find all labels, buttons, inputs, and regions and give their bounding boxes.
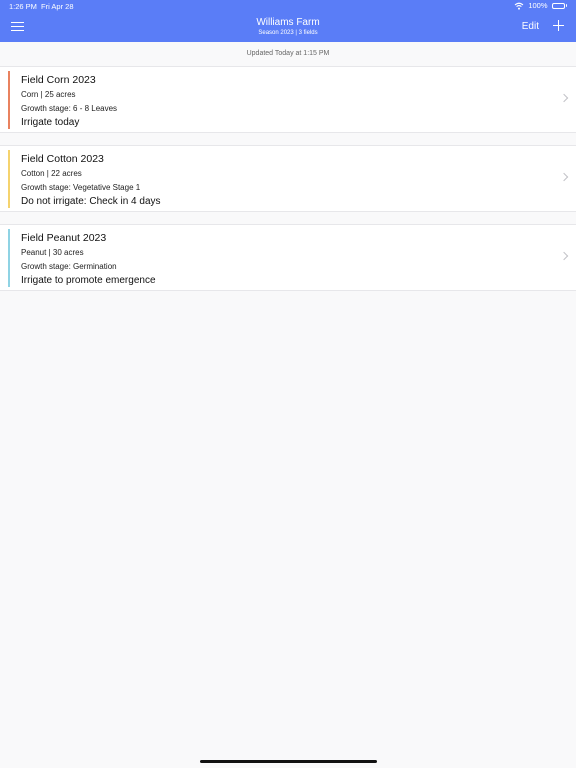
status-indicators: 100%: [514, 1, 567, 10]
battery-percent: 100%: [528, 1, 548, 10]
updated-timestamp: Updated Today at 1:15 PM: [0, 42, 576, 66]
field-card[interactable]: Field Cotton 2023 Cotton | 22 acres Grow…: [0, 145, 576, 212]
irrigation-advice: Do not irrigate: Check in 4 days: [21, 196, 161, 207]
header-title-group: Williams Farm Season 2023 | 3 fields: [0, 17, 576, 37]
edit-button[interactable]: Edit: [522, 21, 539, 33]
field-name: Field Cotton 2023: [21, 153, 104, 165]
field-name: Field Corn 2023: [21, 74, 96, 86]
chevron-right-icon: [559, 251, 569, 261]
irrigation-advice: Irrigate today: [21, 117, 80, 128]
field-growth-stage: Growth stage: Vegetative Stage 1: [21, 183, 141, 192]
status-date: Fri Apr 28: [41, 2, 74, 11]
page-subtitle: Season 2023 | 3 fields: [258, 30, 318, 36]
wifi-icon: [514, 2, 524, 10]
field-crop: Corn | 25 acres: [21, 90, 76, 99]
home-indicator[interactable]: [200, 760, 377, 763]
field-color-bar: [8, 71, 10, 129]
field-growth-stage: Growth stage: 6 - 8 Leaves: [21, 104, 118, 113]
field-growth-stage: Growth stage: Germination: [21, 262, 117, 271]
field-crop: Cotton | 22 acres: [21, 169, 82, 178]
navigation-header: 1:26 PM Fri Apr 28 100% Williams Farm Se…: [0, 0, 576, 42]
chevron-right-icon: [559, 93, 569, 103]
battery-icon: [551, 2, 567, 9]
field-name: Field Peanut 2023: [21, 232, 107, 244]
field-color-bar: [8, 150, 10, 208]
field-crop: Peanut | 30 acres: [21, 248, 84, 257]
page-title: Williams Farm: [256, 17, 320, 28]
field-card[interactable]: Field Peanut 2023 Peanut | 30 acres Grow…: [0, 224, 576, 291]
status-time: 1:26 PM: [9, 2, 37, 11]
chevron-right-icon: [559, 172, 569, 182]
plus-icon[interactable]: [553, 20, 564, 31]
irrigation-advice: Irrigate to promote emergence: [21, 275, 156, 286]
field-card[interactable]: Field Corn 2023 Corn | 25 acres Growth s…: [0, 66, 576, 133]
field-color-bar: [8, 229, 10, 287]
